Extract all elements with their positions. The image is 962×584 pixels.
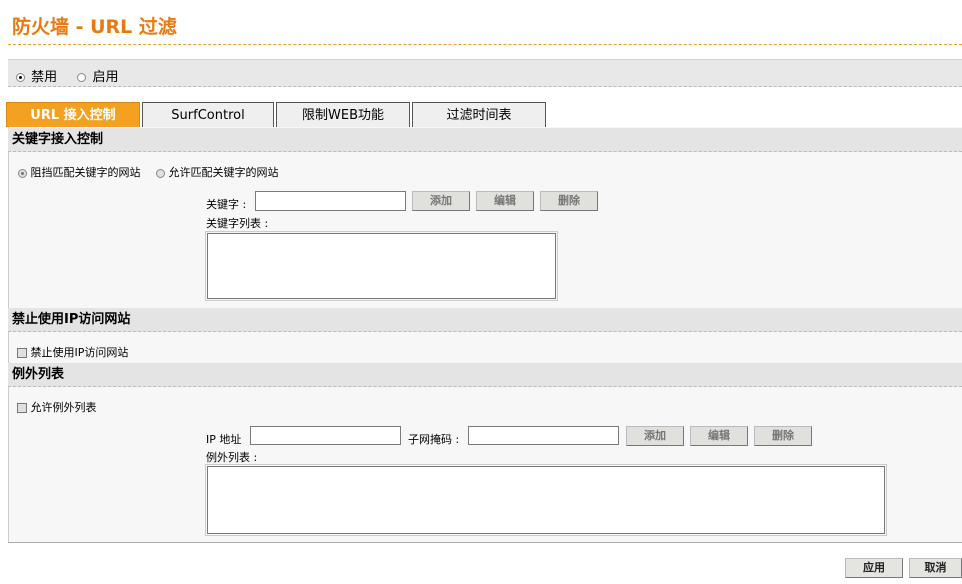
status-radio-group: 禁用 启用 — [16, 66, 118, 85]
exception-add-button[interactable]: 添加 — [626, 426, 684, 446]
allow-exception-label: 允许例外列表 — [30, 401, 97, 414]
keyword-section-header: 关键字接入控制 — [8, 128, 962, 152]
ip-section-header: 禁止使用IP访问网站 — [8, 308, 962, 332]
keyword-listbox[interactable] — [205, 231, 558, 301]
exception-enable-row: 允许例外列表 — [17, 399, 97, 415]
keyword-add-button[interactable]: 添加 — [412, 191, 470, 211]
block-ip-label: 禁止使用IP访问网站 — [30, 346, 129, 359]
keyword-list-label: 关键字列表 : — [206, 217, 269, 230]
cancel-button[interactable]: 取消 — [909, 558, 962, 578]
exception-list-label: 例外列表 : — [206, 451, 258, 464]
block-keyword-label: 阻挡匹配关键字的网站 — [30, 166, 141, 179]
keyword-mode-group: 阻挡匹配关键字的网站 允许匹配关键字的网站 — [18, 164, 279, 180]
tab-url-access-control[interactable]: URL 接入控制 — [6, 102, 140, 127]
ip-address-label: IP 地址 — [206, 433, 242, 446]
disable-label: 禁用 — [31, 70, 58, 85]
exception-section-header: 例外列表 — [8, 363, 962, 387]
subnet-mask-label: 子网掩码 : — [408, 433, 460, 446]
tab-filter-schedule[interactable]: 过滤时间表 — [412, 102, 546, 127]
title-divider — [8, 44, 962, 45]
tab-surfcontrol[interactable]: SurfControl — [142, 102, 274, 127]
allow-exception-checkbox[interactable] — [17, 403, 27, 413]
ip-address-input[interactable] — [250, 426, 401, 445]
enable-label: 启用 — [92, 70, 119, 85]
exception-delete-button[interactable]: 删除 — [754, 426, 812, 446]
block-ip-checkbox[interactable] — [17, 348, 27, 358]
exception-edit-button[interactable]: 编辑 — [690, 426, 748, 446]
enable-radio[interactable] — [77, 73, 87, 82]
apply-button[interactable]: 应用 — [845, 558, 903, 578]
keyword-input[interactable] — [255, 191, 406, 211]
allow-keyword-label: 允许匹配关键字的网站 — [168, 166, 279, 179]
block-keyword-radio[interactable] — [18, 168, 27, 178]
tab-restrict-web[interactable]: 限制WEB功能 — [276, 102, 410, 127]
subnet-mask-input[interactable] — [468, 426, 619, 445]
keyword-label: 关键字 : — [206, 198, 247, 211]
ip-block-row: 禁止使用IP访问网站 — [17, 344, 128, 360]
exception-listbox[interactable] — [205, 464, 887, 536]
allow-keyword-radio[interactable] — [156, 168, 165, 178]
page-title: 防火墙 - URL 过滤 — [12, 16, 177, 38]
status-bar — [8, 59, 962, 87]
keyword-edit-button[interactable]: 编辑 — [476, 191, 534, 211]
disable-radio[interactable] — [16, 73, 25, 82]
keyword-delete-button[interactable]: 删除 — [540, 191, 598, 211]
